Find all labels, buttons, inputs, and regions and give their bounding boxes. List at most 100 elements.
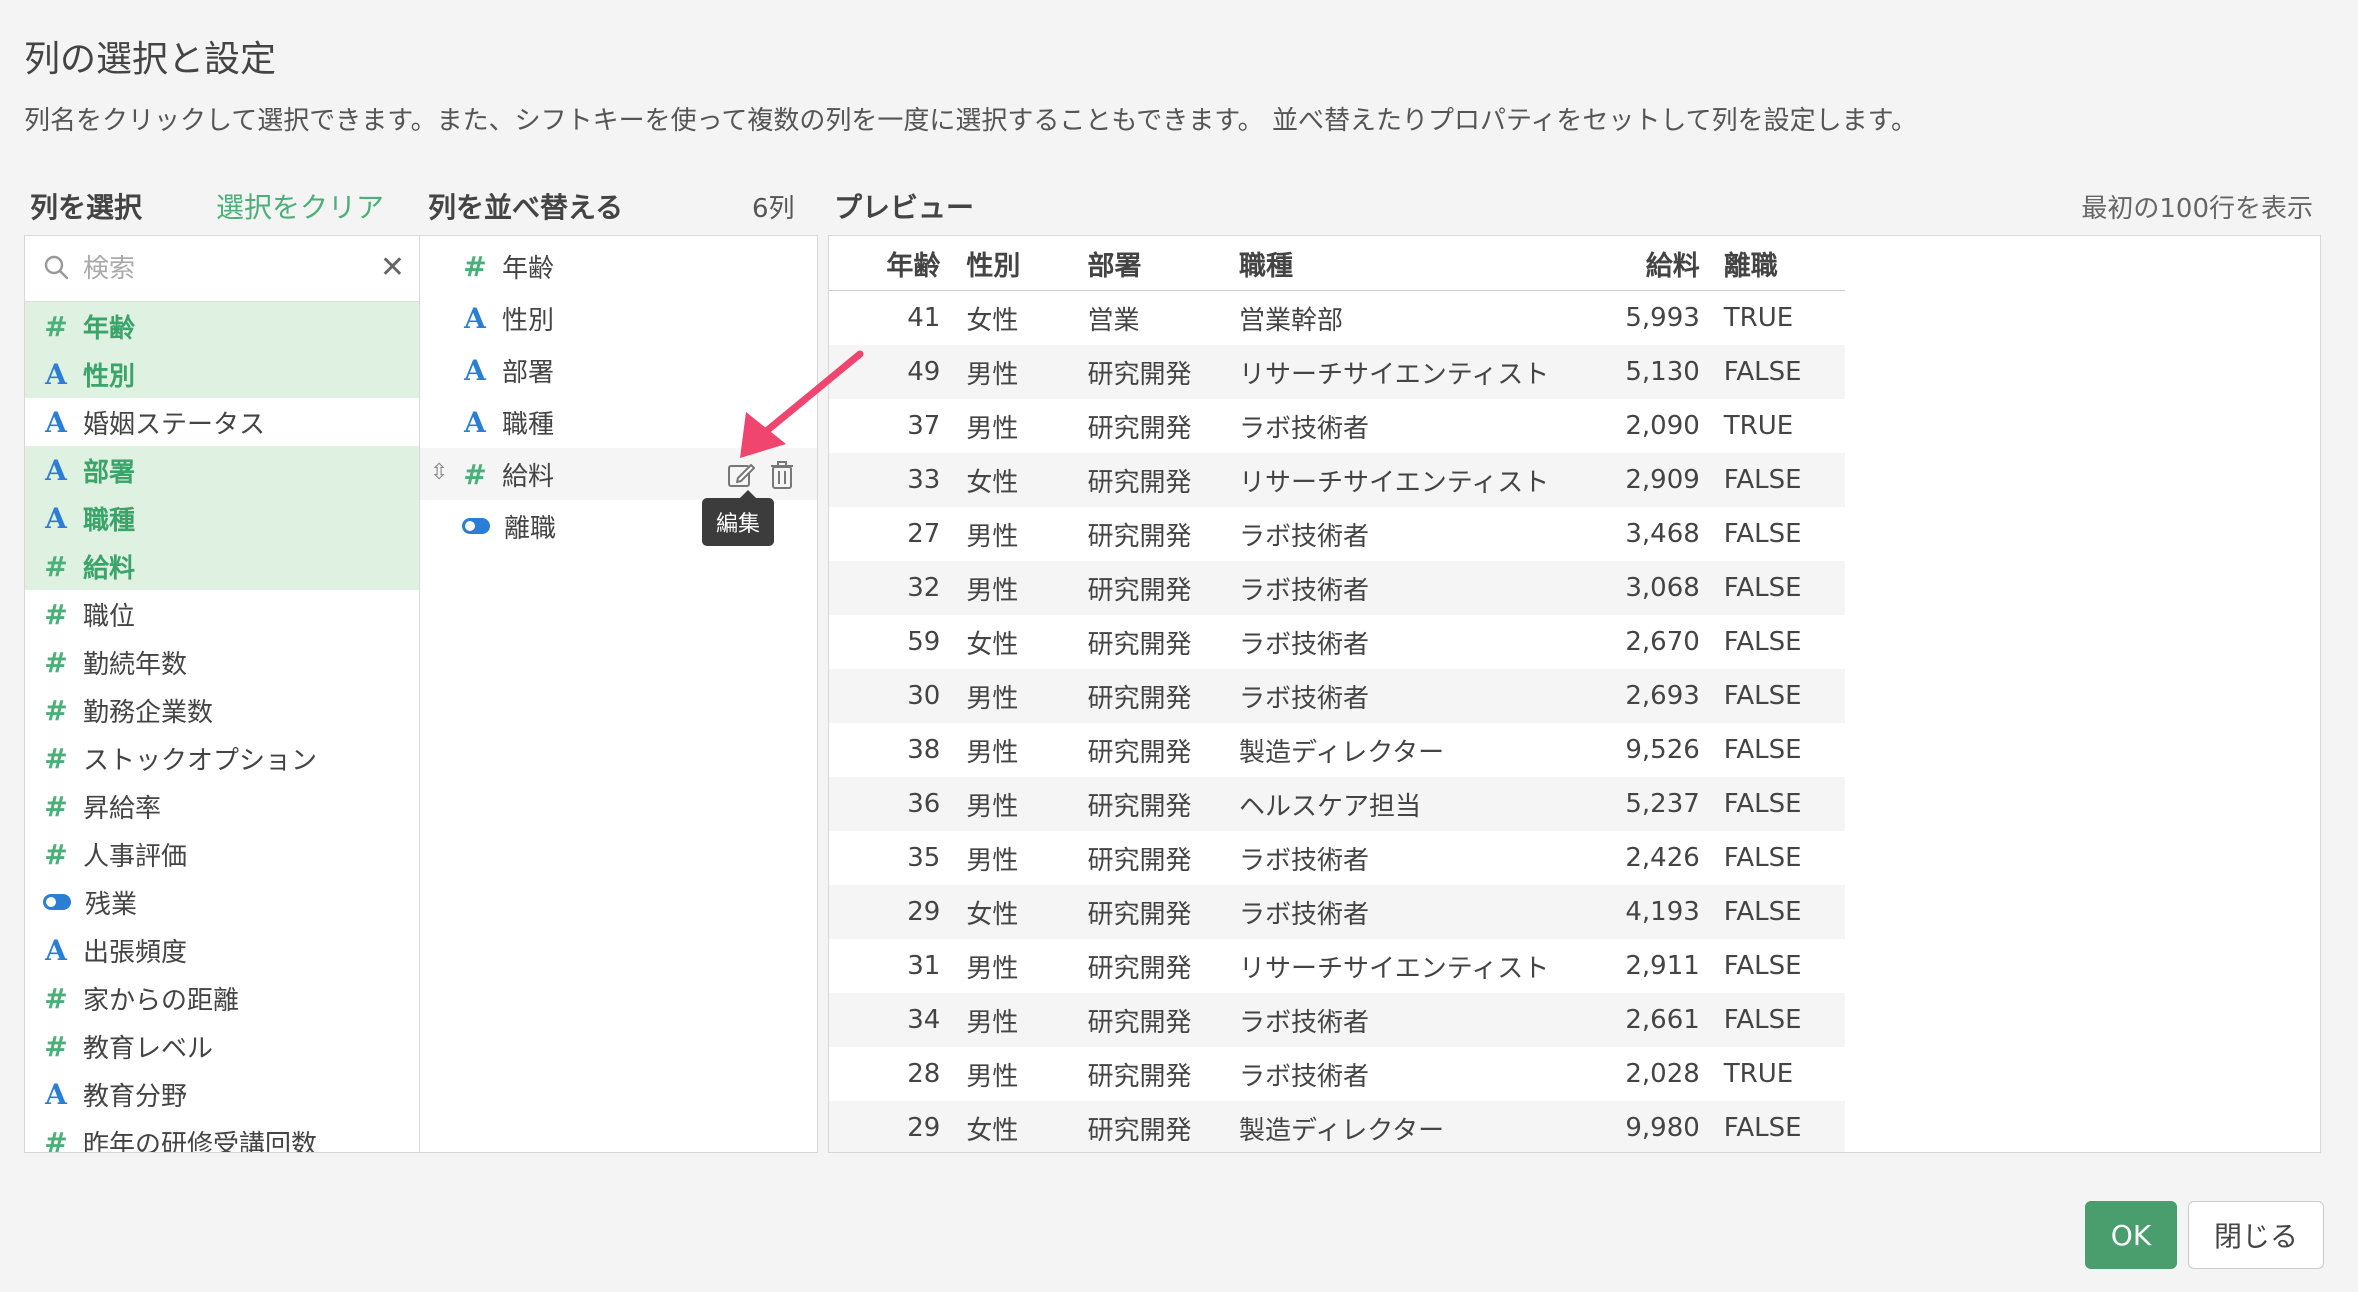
column-list-item[interactable]: # ストックオプション xyxy=(25,734,419,782)
table-cell: 研究開発 xyxy=(1087,885,1240,939)
table-cell: 研究開発 xyxy=(1087,507,1240,561)
column-list-item[interactable]: # 勤務企業数 xyxy=(25,686,419,734)
column-list-item[interactable]: A 教育分野 xyxy=(25,1070,419,1118)
column-list-item[interactable]: # 勤続年数 xyxy=(25,638,419,686)
column-label: 性別 xyxy=(83,361,136,392)
column-list-item[interactable]: # 人事評価 xyxy=(25,830,419,878)
table-cell: FALSE xyxy=(1723,561,1845,615)
table-cell: 研究開発 xyxy=(1087,723,1240,777)
table-cell: ラボ技術者 xyxy=(1239,399,1583,453)
boolean-toggle-icon xyxy=(462,518,490,534)
string-type-icon: A xyxy=(45,357,67,391)
edit-tooltip: 編集 xyxy=(702,490,775,546)
table-cell: 営業幹部 xyxy=(1239,290,1583,345)
table-cell: 27 xyxy=(829,507,967,561)
table-cell: TRUE xyxy=(1723,290,1845,345)
order-list-item[interactable]: ⇳ # 給料 xyxy=(420,448,817,500)
string-type-icon: A xyxy=(45,405,67,439)
table-cell: 5,237 xyxy=(1582,777,1724,831)
order-list-item[interactable]: A 職種 xyxy=(420,396,817,448)
table-cell: 3,068 xyxy=(1582,561,1724,615)
trash-icon[interactable] xyxy=(768,460,796,490)
column-list-item[interactable]: # 家からの距離 xyxy=(25,974,419,1022)
order-list-item[interactable]: # 年齢 xyxy=(420,240,817,292)
column-label: 部署 xyxy=(83,457,136,488)
table-cell: 34 xyxy=(829,993,967,1047)
table-row: 31 男性 研究開発 リサーチサイエンティスト 2,911 FALSE xyxy=(829,939,1845,993)
column-label: 勤続年数 xyxy=(83,649,188,680)
table-row: 27 男性 研究開発 ラボ技術者 3,468 FALSE xyxy=(829,507,1845,561)
column-list-item[interactable]: # 職位 xyxy=(25,590,419,638)
table-cell: 男性 xyxy=(966,831,1088,885)
string-type-icon: A xyxy=(464,405,486,439)
table-row: 49 男性 研究開発 リサーチサイエンティスト 5,130 FALSE xyxy=(829,345,1845,399)
table-row: 38 男性 研究開発 製造ディレクター 9,526 FALSE xyxy=(829,723,1845,777)
table-cell: ラボ技術者 xyxy=(1239,615,1583,669)
column-list-item[interactable]: A 性別 xyxy=(25,350,419,398)
table-cell: FALSE xyxy=(1723,723,1845,777)
table-cell: 研究開発 xyxy=(1087,453,1240,507)
preview-heading: プレビュー xyxy=(834,191,975,224)
column-label: 勤務企業数 xyxy=(83,697,214,728)
table-cell: 研究開発 xyxy=(1087,669,1240,723)
table-row: 41 女性 営業 営業幹部 5,993 TRUE xyxy=(829,290,1845,345)
table-cell: 男性 xyxy=(966,399,1088,453)
table-cell: 男性 xyxy=(966,561,1088,615)
column-list-item[interactable]: # 昇給率 xyxy=(25,782,419,830)
table-cell: 35 xyxy=(829,831,967,885)
column-list-item[interactable]: # 昨年の研修受講回数 xyxy=(25,1118,419,1153)
table-cell: ラボ技術者 xyxy=(1239,831,1583,885)
order-item-label: 離職 xyxy=(504,513,557,544)
table-cell: FALSE xyxy=(1723,993,1845,1047)
table-cell: 2,911 xyxy=(1582,939,1724,993)
column-list-item[interactable]: A 婚姻ステータス xyxy=(25,398,419,446)
column-header: 性別 xyxy=(966,236,1088,291)
column-list-item[interactable]: # 年齢 xyxy=(25,302,419,350)
number-type-icon: # xyxy=(44,981,68,1015)
table-cell: ラボ技術者 xyxy=(1239,993,1583,1047)
number-type-icon: # xyxy=(44,645,68,679)
clear-selection-link[interactable]: 選択をクリア xyxy=(216,186,384,226)
column-label: ストックオプション xyxy=(83,745,318,776)
column-list-item[interactable]: A 職種 xyxy=(25,494,419,542)
close-icon[interactable]: ✕ xyxy=(380,250,405,286)
order-list-item[interactable]: A 部署 xyxy=(420,344,817,396)
ok-button[interactable]: OK xyxy=(2085,1201,2177,1269)
table-cell: 2,693 xyxy=(1582,669,1724,723)
table-cell: 男性 xyxy=(966,507,1088,561)
table-cell: 営業 xyxy=(1087,290,1240,345)
table-cell: 36 xyxy=(829,777,967,831)
column-list-item[interactable]: # 給料 xyxy=(25,542,419,590)
column-list-item[interactable]: # 教育レベル xyxy=(25,1022,419,1070)
table-cell: 研究開発 xyxy=(1087,777,1240,831)
table-cell: 研究開発 xyxy=(1087,399,1240,453)
table-cell: 59 xyxy=(829,615,967,669)
search-input[interactable] xyxy=(81,246,375,292)
number-type-icon: # xyxy=(44,741,68,775)
column-label: 残業 xyxy=(85,889,138,920)
table-cell: リサーチサイエンティスト xyxy=(1239,453,1583,507)
table-cell: 2,661 xyxy=(1582,993,1724,1047)
drag-handle-icon[interactable]: ⇳ xyxy=(430,460,448,485)
column-label: 昨年の研修受講回数 xyxy=(83,1129,318,1153)
table-cell: 5,130 xyxy=(1582,345,1724,399)
table-cell: 男性 xyxy=(966,1047,1088,1101)
table-cell: 41 xyxy=(829,290,967,345)
table-cell: FALSE xyxy=(1723,939,1845,993)
column-list-item[interactable]: 残業 xyxy=(25,878,419,926)
edit-icon[interactable] xyxy=(726,460,756,490)
table-cell: リサーチサイエンティスト xyxy=(1239,345,1583,399)
table-cell: 研究開発 xyxy=(1087,1047,1240,1101)
order-list-item[interactable]: A 性別 xyxy=(420,292,817,344)
table-cell: 29 xyxy=(829,885,967,939)
table-cell: 9,526 xyxy=(1582,723,1724,777)
search-box: ✕ xyxy=(25,236,419,302)
table-row: 35 男性 研究開発 ラボ技術者 2,426 FALSE xyxy=(829,831,1845,885)
column-list-item[interactable]: A 出張頻度 xyxy=(25,926,419,974)
column-list-item[interactable]: A 部署 xyxy=(25,446,419,494)
table-cell: 32 xyxy=(829,561,967,615)
table-cell: FALSE xyxy=(1723,831,1845,885)
close-button[interactable]: 閉じる xyxy=(2188,1201,2324,1269)
string-type-icon: A xyxy=(464,301,486,335)
column-label: 昇給率 xyxy=(83,793,162,824)
